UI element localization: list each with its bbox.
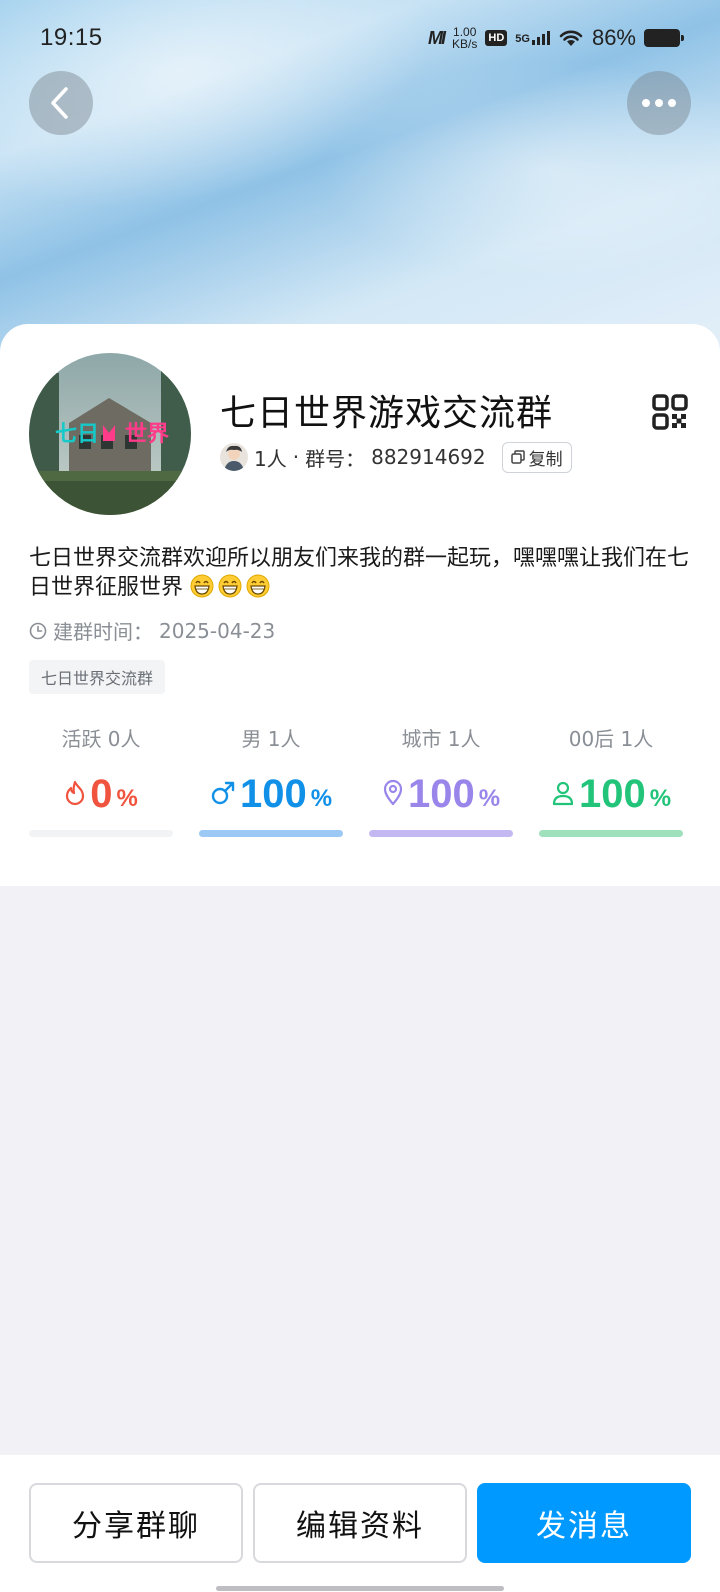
stat-bar <box>29 830 173 837</box>
network-type: 5G <box>515 33 530 45</box>
stat-bar <box>539 830 683 837</box>
stat-number: 100 <box>239 772 307 816</box>
location-pin-icon <box>383 779 403 806</box>
stat-unit: % <box>649 785 672 812</box>
grin-emoji-icon <box>218 574 242 598</box>
wifi-icon <box>559 30 583 46</box>
member-count: 1人 <box>254 446 287 471</box>
status-time: 19:15 <box>40 24 103 51</box>
stat-label: 城市 1人 <box>401 727 481 751</box>
stat-number: 0 <box>90 772 113 816</box>
created-time: 建群时间： 2025-04-23 <box>29 616 275 645</box>
meta-separator: · <box>292 445 300 469</box>
stat-label: 男 1人 <box>241 727 301 751</box>
stat-number: 100 <box>578 772 646 816</box>
stat-value: 100 % <box>539 768 683 816</box>
home-indicator[interactable] <box>216 1586 504 1591</box>
qr-code-icon[interactable] <box>652 394 688 430</box>
group-description: 七日世界交流群欢迎所以朋友们来我的群一起玩，嘿嘿嘿让我们在七日世界征服世界 <box>29 544 691 602</box>
more-dots-icon <box>642 99 676 107</box>
copy-icon <box>510 450 525 464</box>
carrier-logo-icon: MI <box>428 27 446 48</box>
stat-value: 100 % <box>369 768 513 816</box>
send-message-button[interactable]: 发消息 <box>477 1483 691 1563</box>
share-group-button[interactable]: 分享群聊 <box>29 1483 243 1563</box>
clock-icon <box>29 622 47 639</box>
person-icon <box>552 781 574 806</box>
stat-male: 男 1人 100 % <box>199 724 343 837</box>
copy-button[interactable]: 复制 <box>501 441 572 473</box>
grin-emoji-icon <box>246 574 270 598</box>
more-button[interactable] <box>627 71 691 135</box>
description-text: 七日世界交流群欢迎所以朋友们来我的群一起玩，嘿嘿嘿让我们在七日世界征服世界 <box>29 546 690 600</box>
stat-value: 0 % <box>29 768 173 816</box>
flame-icon <box>66 780 85 806</box>
stat-number: 100 <box>407 772 475 816</box>
copy-label: 复制 <box>528 449 563 470</box>
stat-label: 00后 1人 <box>568 727 654 751</box>
group-meta: 1人 · 群号： 882914692 复制 <box>220 441 572 473</box>
stat-city: 城市 1人 100 % <box>369 724 513 837</box>
status-icons: MI 1.00 KB/s HD 5G 86% <box>428 25 684 51</box>
member-stats: 活跃 0人 0 % 男 1人 100 % 城市 1人 100 % 00后 1人 … <box>29 724 691 844</box>
grin-emoji-group <box>190 574 274 600</box>
grin-emoji-icon <box>190 574 214 598</box>
member-avatar[interactable] <box>220 443 248 471</box>
back-button[interactable] <box>29 71 93 135</box>
chevron-left-icon <box>51 87 68 119</box>
group-name: 七日世界游戏交流群 <box>220 393 554 434</box>
group-info-card: 七日 世界 七日世界游戏交流群 1人 · 群号： 882914692 复制 七日… <box>0 324 720 886</box>
hd-icon: HD <box>485 30 508 46</box>
avatar-logo-text: 七日 <box>55 422 99 447</box>
stat-unit: % <box>310 785 333 812</box>
created-date: 2025-04-23 <box>159 618 276 643</box>
stat-unit: % <box>478 785 501 812</box>
male-icon <box>211 781 235 805</box>
bottom-action-bar: 分享群聊 编辑资料 发消息 <box>0 1455 720 1592</box>
avatar-logo-text-2: 世界 <box>125 422 169 447</box>
stat-age: 00后 1人 100 % <box>539 724 683 837</box>
group-id-value: 882914692 <box>371 445 486 469</box>
group-avatar[interactable]: 七日 世界 <box>29 353 191 515</box>
edit-profile-button[interactable]: 编辑资料 <box>253 1483 467 1563</box>
net-speed: 1.00 KB/s <box>452 26 477 50</box>
battery-icon <box>644 29 684 47</box>
signal-icon: 5G <box>515 31 550 45</box>
stat-active: 活跃 0人 0 % <box>29 724 173 837</box>
stat-bar <box>199 830 343 837</box>
battery-percent: 86% <box>591 25 636 50</box>
net-speed-unit: KB/s <box>452 37 478 51</box>
status-bar: 19:15 MI 1.00 KB/s HD 5G 86% <box>0 0 720 76</box>
created-label: 建群时间： <box>53 620 153 644</box>
stat-label: 活跃 0人 <box>61 727 141 751</box>
stat-unit: % <box>116 785 138 812</box>
stat-bar <box>369 830 513 837</box>
stat-value: 100 % <box>199 768 343 816</box>
group-tag[interactable]: 七日世界交流群 <box>29 660 166 694</box>
group-id-label: 群号： <box>305 446 366 471</box>
